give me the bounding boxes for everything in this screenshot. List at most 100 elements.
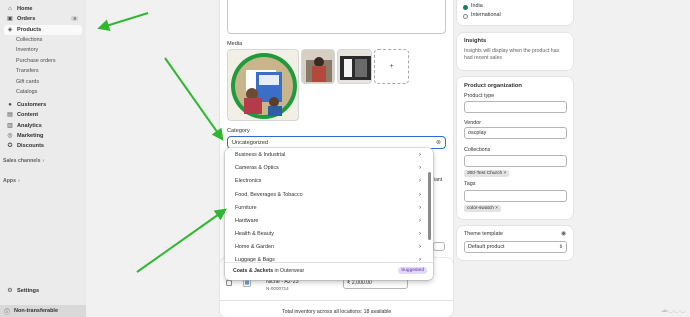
products-icon: ◈ <box>7 27 13 33</box>
customers-icon: ● <box>8 102 12 108</box>
annotation-arrow <box>164 57 224 141</box>
sidebar-item-analytics[interactable]: ▥ Analytics <box>4 121 82 131</box>
info-icon: ⓘ <box>4 309 11 316</box>
plan-footer[interactable]: ⓘ Non-transferable <box>0 305 86 317</box>
close-icon[interactable]: × <box>495 206 498 211</box>
sidebar-item-label: Discounts <box>17 143 45 149</box>
partial-select-control[interactable] <box>433 242 445 251</box>
category-dropdown: Business & Industrial › Cameras & Optics ›… <box>225 148 433 280</box>
category-input-value: Uncategorized <box>232 139 269 146</box>
category-option[interactable]: Health & Beauty › <box>235 231 421 241</box>
sidebar-item-discounts[interactable]: ✪ Discounts <box>4 141 82 151</box>
suggested-category-text: Coats & Jackets in Outerwear <box>233 268 304 274</box>
sales-channels-header[interactable]: Sales channels › <box>3 158 44 164</box>
chevron-updown-icon: ⇕ <box>558 244 563 250</box>
apps-label: Apps <box>3 178 16 184</box>
sidebar-item-settings[interactable]: ⚙ Settings <box>4 286 82 296</box>
sidebar-item-label: Content <box>17 112 39 118</box>
theme-template-title: Theme template <box>464 231 503 237</box>
suggested-category-name: Coats & Jackets <box>233 268 274 274</box>
watermark-logo: ☁◡◡◡ <box>660 307 686 314</box>
variant-sku: N-0000714 <box>266 286 289 291</box>
suggested-category-parent: Outerwear <box>280 268 305 274</box>
theme-template-value: Default product <box>468 244 505 250</box>
chevron-right-icon: › <box>419 205 421 211</box>
category-option[interactable]: Business & Industrial › <box>235 152 421 162</box>
annotation-arrow <box>136 208 227 273</box>
sidebar-subitem-gift-cards[interactable]: Gift cards <box>16 79 39 85</box>
collection-tag[interactable]: 300-Test Church × <box>464 170 510 177</box>
plus-icon: + <box>389 63 394 70</box>
sidebar-item-content[interactable]: ▤ Content <box>4 110 82 120</box>
sidebar: ⌂ Home ▣ Orders 8 ◈ Products Collections… <box>0 0 86 317</box>
tags-input[interactable] <box>464 190 567 202</box>
insights-description: Insights will display when the product h… <box>464 48 560 61</box>
suggested-badge: Suggested <box>398 267 427 274</box>
category-option-label: Business & Industrial <box>235 152 286 158</box>
category-option-label: Food, Beverages & Tobacco <box>235 192 303 198</box>
variant-checkbox[interactable] <box>226 280 232 286</box>
collection-tag-label: 300-Test Church <box>467 171 503 176</box>
sidebar-item-products[interactable]: ◈ Products <box>4 25 82 35</box>
sidebar-item-label: Settings <box>17 288 40 294</box>
category-option[interactable]: Cameras & Optics › <box>235 165 421 175</box>
category-option-label: Electronics <box>235 178 262 184</box>
sidebar-item-customers[interactable]: ● Customers <box>4 100 82 110</box>
category-option[interactable]: Furniture › <box>235 205 421 215</box>
theme-template-select[interactable]: Default product ⇕ <box>464 241 567 253</box>
category-option[interactable]: Hardware › <box>235 218 421 228</box>
category-option-label: Health & Beauty <box>235 231 274 237</box>
clear-icon[interactable]: ⊗ <box>436 139 441 146</box>
annotation-arrow <box>97 12 149 31</box>
chevron-right-icon: › <box>419 165 421 171</box>
orders-count-badge: 8 <box>71 16 78 21</box>
suggested-category-connector: in <box>274 268 279 274</box>
market-international: International <box>471 12 501 18</box>
chevron-right-icon: › <box>419 192 421 198</box>
sidebar-subitem-purchase-orders[interactable]: Purchase orders <box>16 58 56 64</box>
category-option[interactable]: Electronics › <box>235 178 421 188</box>
product-tag-label: color-swatch <box>467 206 494 211</box>
marketing-icon: ◎ <box>7 133 13 139</box>
sidebar-item-label: Orders <box>17 16 36 22</box>
dropdown-scrollbar[interactable] <box>428 172 431 240</box>
sidebar-subitem-transfers[interactable]: Transfers <box>16 68 39 74</box>
sidebar-item-orders[interactable]: ▣ Orders 8 <box>4 14 82 24</box>
plan-footer-label: Non-transferable <box>14 308 59 314</box>
sales-channels-label: Sales channels <box>3 158 41 164</box>
suggested-category[interactable]: Coats & Jackets in Outerwear Suggested <box>225 262 433 280</box>
gear-icon: ⚙ <box>7 288 13 294</box>
chevron-right-icon: › <box>419 178 421 184</box>
close-icon[interactable]: × <box>504 171 507 176</box>
eye-icon[interactable]: ◉ <box>561 230 566 237</box>
media-thumbnail-3[interactable] <box>337 49 372 84</box>
sidebar-item-marketing[interactable]: ◎ Marketing <box>4 131 82 141</box>
product-tag[interactable]: color-swatch × <box>464 205 502 212</box>
collections-label: Collections <box>464 147 491 153</box>
add-media-button[interactable]: + <box>374 49 409 84</box>
product-type-label: Product type <box>464 93 495 99</box>
apps-header[interactable]: Apps › <box>3 178 20 184</box>
sidebar-item-label: Customers <box>17 102 47 108</box>
category-label: Category <box>227 128 250 134</box>
vendor-input[interactable]: oscplay <box>464 127 567 139</box>
category-option-label: Hardware <box>235 218 259 224</box>
media-thumbnail-main[interactable] <box>227 49 299 121</box>
description-editor[interactable] <box>227 0 446 34</box>
category-option[interactable]: Home & Garden › <box>235 244 421 254</box>
sidebar-subitem-collections[interactable]: Collections <box>16 37 42 43</box>
sidebar-item-home[interactable]: ⌂ Home <box>4 4 82 14</box>
image-icon[interactable]: ▦ <box>243 279 251 287</box>
status-dot-active <box>463 5 468 10</box>
sidebar-item-label: Products <box>17 27 42 33</box>
product-image <box>302 50 334 83</box>
sidebar-subitem-inventory[interactable]: Inventory <box>16 47 38 53</box>
status-dot-inactive <box>463 14 468 19</box>
media-thumbnail-2[interactable] <box>301 49 335 84</box>
sidebar-subitem-catalogs[interactable]: Catalogs <box>16 89 37 95</box>
category-option[interactable]: Food, Beverages & Tobacco › <box>235 192 421 202</box>
analytics-icon: ▥ <box>7 123 13 129</box>
chevron-right-icon: › <box>42 158 45 164</box>
product-type-input[interactable] <box>464 101 567 113</box>
collections-input[interactable] <box>464 155 567 167</box>
